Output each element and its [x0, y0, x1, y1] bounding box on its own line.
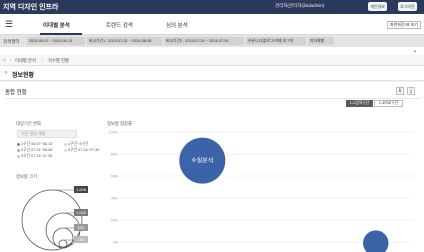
compare-label: 대상기간 변화: [16, 121, 41, 126]
filter-chip-compare1[interactable]: 비교기간1 : 2024-07-01 ~ 2024-08-08: [87, 37, 162, 45]
filter-chip-region[interactable]: 지자체별: [308, 37, 334, 45]
tab-review-analysis[interactable]: 심의 분석: [166, 21, 188, 29]
y-tick-label: 20%: [111, 219, 119, 223]
logout-button[interactable]: 로그아웃: [398, 2, 417, 11]
filter-chip-compare2[interactable]: 비교기간2 : 2024-07-24 ~ 2024-07-30: [164, 37, 244, 45]
legend-dot: [64, 148, 67, 152]
legend-dot: [17, 154, 20, 158]
filter-chip-period[interactable]: 2024-06-07 ~ 2024-06-13: [27, 37, 85, 45]
y-tick-label: 60%: [111, 175, 119, 179]
chevron-right-icon: ›: [5, 70, 7, 76]
legend-value: 1,000: [76, 210, 87, 215]
legend-value: 500: [78, 225, 85, 230]
panel-title: 종합 현황: [5, 90, 27, 96]
filter-bar: 검색필터 2024-06-07 ~ 2024-06-13 비교기간1 : 202…: [0, 35, 424, 47]
app-title: 지역 디자인 인프라: [3, 4, 59, 11]
bubble-chart: 100% 80% 60% 40% 20% 0% 수질분석: [109, 131, 414, 252]
tab-area-analysis[interactable]: 이대별 분석: [43, 21, 70, 29]
menu-icon[interactable]: ☰: [5, 20, 13, 29]
period-item: 1구간 06.07~06.13: [17, 142, 52, 147]
user-info: 관리자(관리자@kdadmin): [275, 3, 325, 8]
y-tick-label: 100%: [109, 131, 119, 135]
info-icon[interactable]: ℹ: [396, 87, 404, 95]
filter-collapse-row: [0, 47, 424, 55]
compare-select[interactable]: 기준 설정 해제: [17, 130, 77, 138]
y-tick-label: 80%: [111, 153, 119, 157]
panel-divider: [5, 98, 420, 99]
bubble-label: 수질분석: [191, 157, 213, 165]
filter-label: 검색필터: [3, 38, 20, 44]
section-title: 정보현황: [12, 73, 35, 79]
data-bubble: [363, 230, 389, 252]
profile-button[interactable]: 개인정보: [368, 2, 387, 11]
y-tick-label: 40%: [111, 197, 119, 201]
chevron-down-icon[interactable]: ⌄: [408, 47, 422, 55]
top-header: 지역 디자인 인프라 관리자(관리자@kdadmin) 개인정보 로그아웃: [0, 0, 424, 14]
legend-dot: [17, 142, 20, 146]
breadcrumb: ⌂ › 이대별 분석 › 직수별 현황: [0, 55, 424, 66]
period-item: 2구간~3구간: [64, 142, 88, 147]
breadcrumb-item-status[interactable]: 직수별 현황: [48, 58, 69, 64]
breadcrumb-separator: ›: [42, 58, 44, 63]
breadcrumb-separator: ›: [10, 58, 12, 63]
main-nav: ☰ 이대별 분석 트렌드 검색 심의 분석: [0, 14, 424, 35]
section-header[interactable]: › 정보현황: [0, 66, 424, 81]
period-item: 4구간 07.24~07.30: [64, 148, 99, 153]
legend-value: 1,628: [76, 187, 87, 192]
rotate-view-button[interactable]: 화면회전/표 보기: [387, 21, 421, 29]
legend-value: 100: [78, 237, 85, 242]
filter-chip-channels[interactable]: 커뮤니티/블로그/카페 외 7개: [246, 37, 306, 45]
legend-circle-large: [21, 189, 83, 251]
legend-dot: [64, 142, 67, 146]
toggle-search-range[interactable]: 1-2검색구간: [346, 100, 373, 107]
toggle-compare-range[interactable]: 1-3비교구간: [374, 100, 403, 107]
breadcrumb-item-analysis[interactable]: 이대별 분석: [15, 58, 36, 64]
legend-dot: [17, 148, 20, 152]
period-item: 3구간 07.24~07.30: [17, 154, 52, 159]
legend-circle-small: [52, 227, 74, 249]
tab-trend-search[interactable]: 트렌드 검색: [106, 21, 133, 29]
download-icon[interactable]: ⤓: [407, 87, 415, 95]
size-legend: 1,628 1,000 500 100: [21, 186, 88, 251]
chart-title: 정보량 점감률: [107, 121, 132, 126]
period-item: 2구간 07.01~08.08: [17, 148, 52, 153]
y-tick-label: 0%: [113, 241, 119, 245]
home-icon[interactable]: ⌂: [3, 57, 6, 63]
